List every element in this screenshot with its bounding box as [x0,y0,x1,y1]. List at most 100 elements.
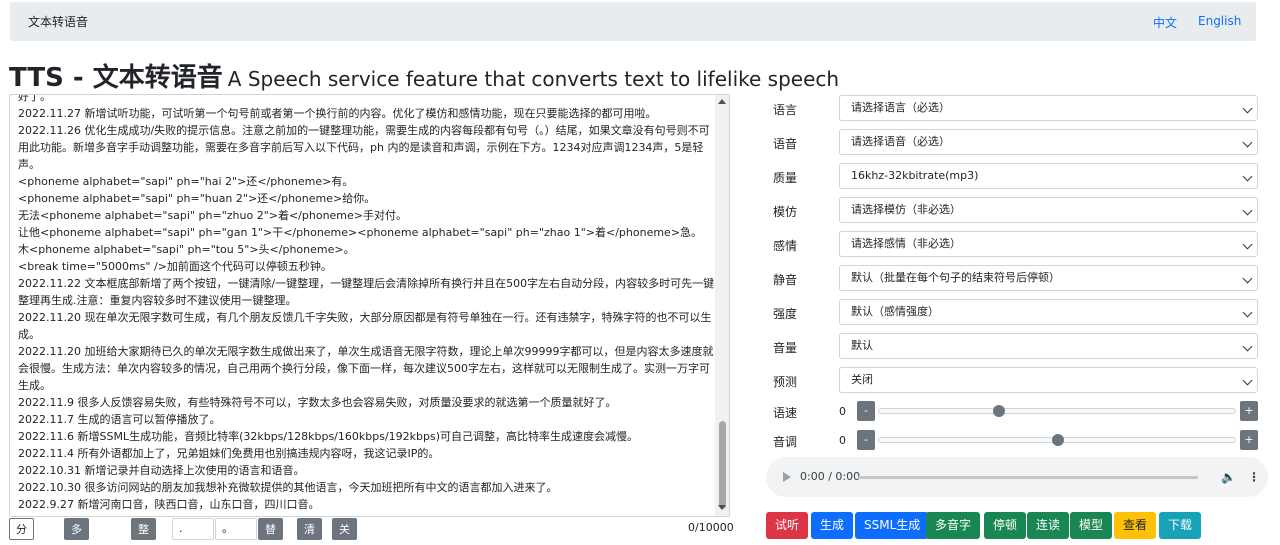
find-input[interactable]: . [172,518,214,540]
chevron-down-icon [1242,205,1253,216]
download-button[interactable]: 下载 [1159,512,1202,539]
pitch-value: 0 [839,434,846,447]
volume-icon[interactable]: 🔈 [1221,470,1236,484]
page-title-subtitle: A Speech service feature that converts t… [227,67,840,91]
volume-select-value: 默认 [851,339,873,352]
tidy-button[interactable]: 整理 [131,518,156,540]
intensity-select[interactable]: 默认（感情强度） [839,299,1258,325]
text-line: 2022.11.9 很多人反馈容易失败，有些特殊符号不可以，字数太多也会容易失败… [18,396,617,409]
rate-label: 语速 [773,406,798,420]
replace-input[interactable]: 。 [215,518,257,540]
audio-player: 0:00 / 0:00 🔈 ⋮ [766,457,1268,497]
quality-select-value: 16khz-32kbitrate(mp3) [851,169,979,182]
silence-select-value: 默认（批量在每个句子的结束符号后停顿） [851,271,1060,284]
language-label: 语言 [773,103,798,117]
close-tips-button[interactable]: 关闭提示音 [332,518,357,540]
predict-select[interactable]: 关闭 [839,367,1258,393]
separator-button[interactable]: 分隔符 [9,518,34,540]
quality-select[interactable]: 16khz-32kbitrate(mp3) [839,163,1258,189]
pitch-plus-button[interactable]: + [1240,430,1258,450]
chevron-down-icon [1242,137,1253,148]
audio-time: 0:00 / 0:00 [800,470,861,483]
pitch-slider-thumb[interactable] [1052,434,1064,446]
pitch-slider[interactable] [878,434,1236,446]
rate-plus-button[interactable]: + [1240,401,1258,421]
imitate-select[interactable]: 请选择模仿（非必选） [839,197,1258,223]
char-counter: 0/10000 [688,521,734,534]
imitate-label: 模仿 [773,205,798,219]
text-line: 好了。 [18,94,51,103]
chevron-down-icon [1242,171,1253,182]
emotion-select[interactable]: 请选择感情（非必选） [839,231,1258,257]
multilang-switch-button[interactable]: 多语言切换 [64,518,89,540]
text-line: 2022.11.20 现在单次无限字数可生成，有几个朋友反馈几千字失败，大部分原… [18,311,712,341]
play-icon[interactable] [783,472,791,482]
volume-select[interactable]: 默认 [839,333,1258,359]
clear-button[interactable]: 清除 [297,518,322,540]
nav-link-english[interactable]: English [1198,14,1241,28]
emotion-label: 感情 [773,239,798,253]
navbar: 文本转语音 中文 English [10,2,1256,41]
text-line: <phoneme alphabet="sapi" ph="hai 2">还</p… [18,175,354,188]
voice-label: 语音 [773,137,798,151]
textarea-scrollbar[interactable] [715,95,729,516]
intensity-select-value: 默认（感情强度） [851,305,939,318]
chevron-down-icon [1242,103,1253,114]
generate-button[interactable]: 生成 [811,512,854,539]
voice-select[interactable]: 请选择语音（必选） [839,129,1258,155]
text-line: 2022.11.27 新增试听功能，可试听第一个句号前或者第一个换行前的内容。优… [18,107,657,120]
chevron-down-icon [1242,273,1253,284]
navbar-brand[interactable]: 文本转语音 [28,13,88,30]
quality-label: 质量 [773,171,798,185]
rate-slider-thumb[interactable] [993,405,1006,417]
chevron-down-icon [1242,375,1253,386]
language-select-value: 请选择语言（必选） [851,101,950,114]
scroll-up-arrow-icon[interactable] [718,99,726,104]
text-line: 无法<phoneme alphabet="sapi" ph="zhuo 2">着… [18,209,408,222]
text-line: 让他<phoneme alphabet="sapi" ph="gan 1">干<… [18,226,703,239]
text-line: <phoneme alphabet="sapi" ph="huan 2">还</… [18,192,376,205]
silence-select[interactable]: 默认（批量在每个句子的结束符号后停顿） [839,265,1258,291]
pause-button[interactable]: 停顿 [984,512,1027,539]
replace-button[interactable]: 替换 [258,518,283,540]
predict-label: 预测 [773,375,798,389]
liaison-button[interactable]: 连读 [1027,512,1070,539]
volume-label: 音量 [773,341,798,355]
text-line: 2022.11.4 所有外语都加上了，兄弟姐妹们免费用也别搞违规内容呀，我这记录… [18,447,440,460]
chevron-down-icon [1242,239,1253,250]
polyphone-button[interactable]: 多音字 [926,512,981,539]
nav-link-chinese[interactable]: 中文 [1153,14,1177,31]
audio-progress-bar[interactable] [858,476,1198,479]
view-button[interactable]: 查看 [1114,512,1157,539]
more-options-icon[interactable]: ⋮ [1248,470,1260,484]
text-line: 2022.9.27 新增河南口音，陕西口音，山东口音，四川口音。 [18,498,320,511]
text-line: 2022.11.26 优化生成成功/失败的提示信息。注意之前加的一键整理功能，需… [18,124,710,171]
imitate-select-value: 请选择模仿（非必选） [851,203,961,216]
predict-select-value: 关闭 [851,373,873,386]
text-input-area[interactable]: 好了。 2022.11.27 新增试听功能，可试听第一个句号前或者第一个换行前的内… [9,94,730,517]
emotion-select-value: 请选择感情（非必选） [851,237,961,250]
scroll-down-arrow-icon[interactable] [718,505,726,510]
chevron-down-icon [1242,307,1253,318]
rate-slider[interactable] [878,405,1236,417]
chevron-down-icon [1242,341,1253,352]
model-button[interactable]: 模型 [1070,512,1113,539]
text-line: 木<phoneme alphabet="sapi" ph="tou 5">头</… [18,243,355,256]
pitch-label: 音调 [773,435,798,449]
pitch-minus-button[interactable]: - [857,430,875,450]
text-line: 2022.10.31 新增记录并自动选择上次使用的语言和语音。 [18,464,305,477]
text-input-content: 好了。 2022.11.27 新增试听功能，可试听第一个句号前或者第一个换行前的内… [18,94,718,513]
preview-button[interactable]: 试听 [766,512,809,539]
text-line: 2022.11.6 新增SSML生成功能，音频比特率(32kbps/128kbp… [18,430,639,443]
page-title: TTS - 文本转语音 A Speech service feature tha… [9,57,839,94]
ssml-generate-button[interactable]: SSML生成 [855,512,930,539]
intensity-label: 强度 [773,307,798,321]
scrollbar-thumb[interactable] [719,421,726,509]
language-select[interactable]: 请选择语言（必选） [839,95,1258,121]
rate-minus-button[interactable]: - [857,401,875,421]
text-line: 2022.11.20 加班给大家期待已久的单次无限字数生成做出来了，单次生成语音… [18,345,714,392]
text-line: <break time="5000ms" />加前面这个代码可以停顿五秒钟。 [18,260,332,273]
text-line: 2022.11.7 生成的语言可以暂停播放了。 [18,413,221,426]
page-title-main: TTS - 文本转语音 [9,63,223,93]
silence-label: 静音 [773,273,798,287]
